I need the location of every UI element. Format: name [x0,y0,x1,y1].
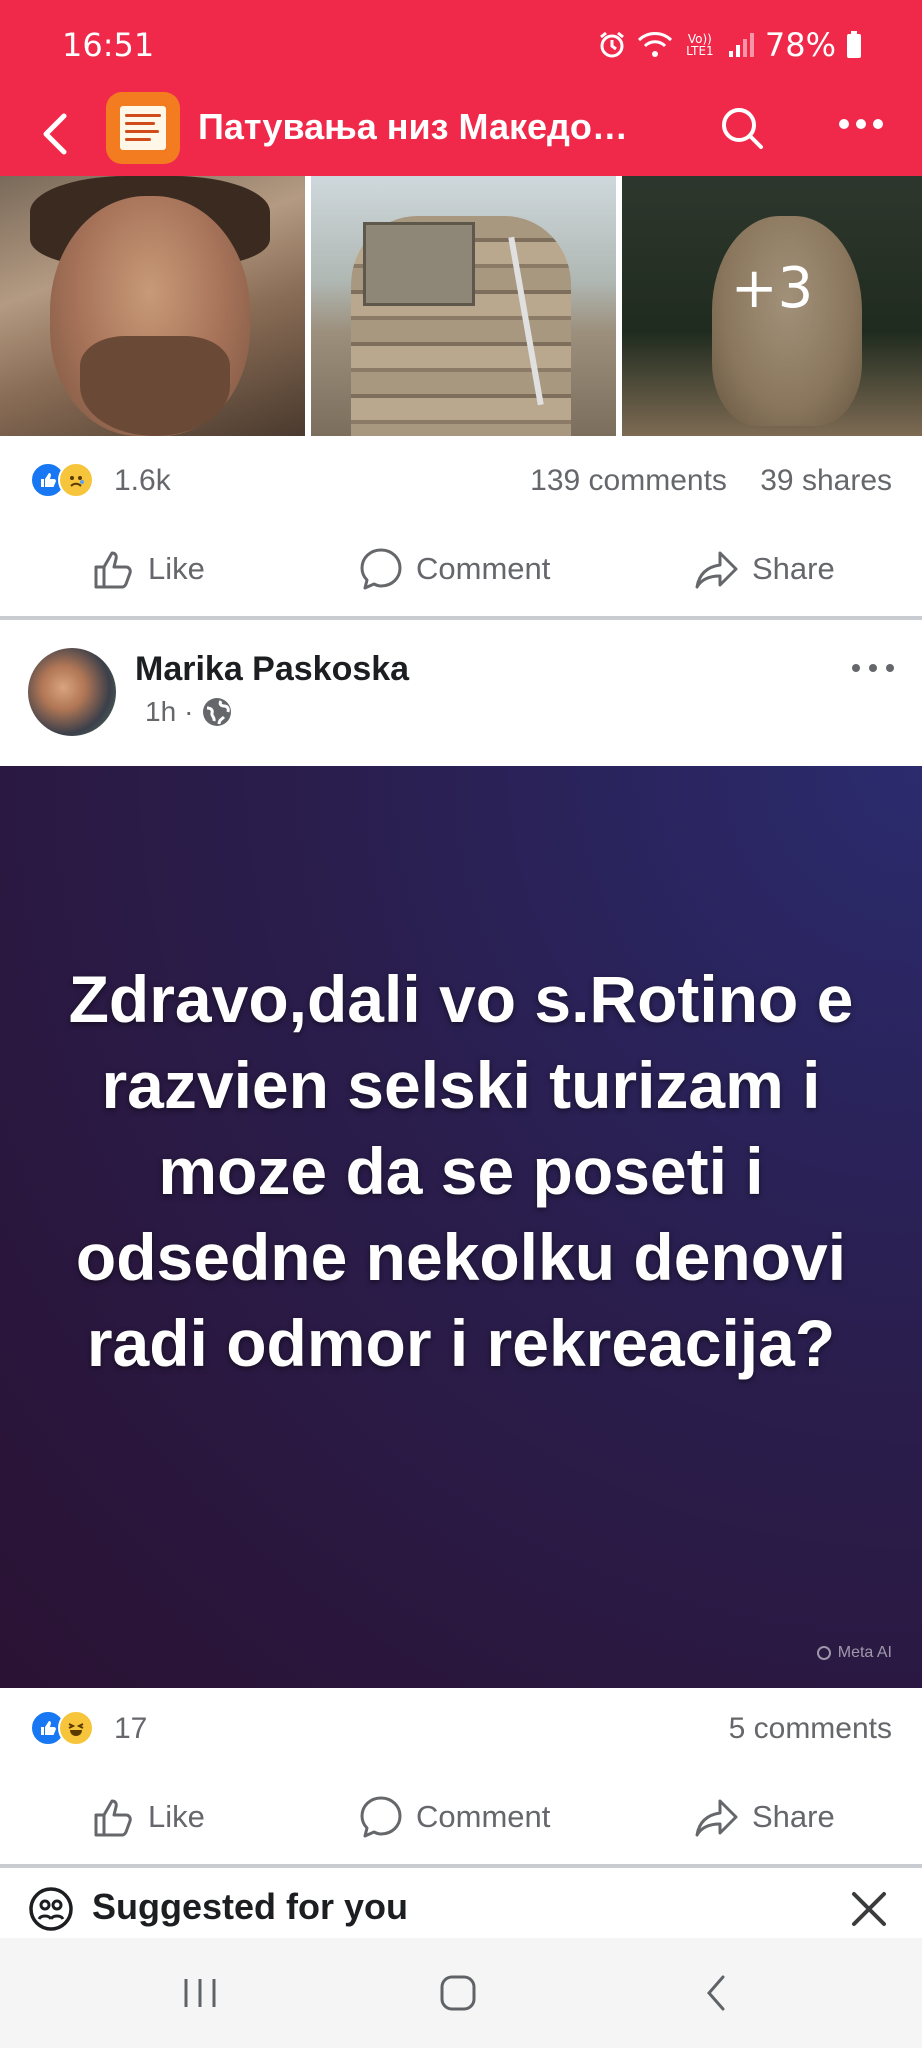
post2-header: Marika Paskoska 1h · [0,624,922,764]
status-icons: Vo)) LTE1 78% [597,26,862,64]
meta-ai-watermark: Meta AI [816,1644,892,1662]
wifi-icon [637,32,672,57]
photo-portrait[interactable] [0,176,305,436]
share-button[interactable]: Share [694,1772,835,1862]
suggested-title: Suggested for you [92,1886,409,1927]
photo-plaque [363,222,475,306]
sad-reaction-icon [58,462,94,498]
share-label: Share [752,551,835,586]
photo-beard [80,336,230,436]
comment-bubble-icon [360,1796,402,1838]
reaction-icons[interactable] [30,1710,94,1746]
share-arrow-icon [695,1799,738,1837]
author-name[interactable]: Marika Paskoska [135,650,409,689]
battery-icon [847,31,861,58]
thumbs-up-icon [94,551,132,589]
back-arrow-icon[interactable] [34,106,74,162]
more-photos-count: +3 [730,256,814,321]
recent-apps-icon [184,1979,216,2007]
avatar[interactable] [28,648,116,736]
thumbs-up-icon [94,1799,132,1837]
nav-back-icon [707,1975,725,2011]
post-divider [0,616,922,620]
group-avatar[interactable] [106,92,180,164]
avatar-line [125,138,151,141]
like-label: Like [148,1799,205,1834]
system-nav-bar [0,1938,922,2048]
share-label: Share [752,1799,835,1834]
app-topbar: 16:51 Vo)) LTE1 78% Патувања низ Македо… [0,0,922,176]
close-icon[interactable] [850,1890,888,1928]
globe-icon [203,698,232,726]
group-avatar-paper [120,106,166,150]
group-title[interactable]: Патувања низ Македо… [198,106,628,148]
home-icon [440,1975,476,2011]
recent-apps-button[interactable] [170,1968,230,2018]
more-dots-icon[interactable] [850,658,896,678]
meta-dot: · [184,696,194,727]
post1-meta: 139 comments 39 shares [530,464,892,498]
comment-label: Comment [416,551,551,586]
photo-grid: +3 [0,176,922,436]
post2-meta: 5 comments [729,1712,892,1746]
avatar-line [125,114,161,117]
share-arrow-icon [695,551,738,589]
comment-button[interactable]: Comment [358,524,550,614]
suggested-people-icon [29,1887,73,1931]
reaction-count[interactable]: 1.6k [114,464,171,498]
alarm-icon [599,31,624,58]
avatar-line [125,122,155,125]
post1-reactions-bar: 1.6k 139 comments 39 shares [0,440,922,520]
signal-icon [728,33,754,57]
share-button[interactable]: Share [694,524,835,614]
status-bar: 16:51 Vo)) LTE1 78% [0,0,922,92]
post-text-background[interactable]: Zdravo,dali vo s.Rotino e razvien selski… [0,766,922,1688]
post-body: Zdravo,dali vo s.Rotino e razvien selski… [68,962,854,1380]
comment-bubble-icon [360,548,402,590]
post1-actions: Like Comment Share [0,524,922,614]
haha-reaction-icon [58,1710,94,1746]
comments-count[interactable]: 5 comments [729,1712,892,1745]
network-label: Vo)) LTE1 [686,32,714,58]
post-divider [0,1864,922,1868]
photo-memorial[interactable] [311,176,616,436]
comment-button[interactable]: Comment [358,1772,550,1862]
comment-label: Comment [416,1799,551,1834]
like-label: Like [148,551,205,586]
comments-count[interactable]: 139 comments [530,464,727,497]
photo-bust[interactable]: +3 [622,176,922,436]
home-button[interactable] [428,1968,488,2018]
reaction-icons[interactable] [30,462,94,498]
nav-back-button[interactable] [686,1968,746,2018]
more-dots-icon[interactable] [838,114,884,134]
reaction-count[interactable]: 17 [114,1712,147,1746]
post2-actions: Like Comment Share [0,1772,922,1862]
status-time: 16:51 [62,26,155,64]
like-button[interactable]: Like [92,1772,205,1862]
shares-count[interactable]: 39 shares [760,464,892,497]
search-icon[interactable] [718,104,766,152]
like-button[interactable]: Like [92,524,205,614]
avatar-line [125,130,159,133]
post-time[interactable]: 1h [145,696,176,728]
battery-percent: 78% [764,26,836,64]
app-header: Патувања низ Македо… [0,92,922,176]
meta-ai-ring-icon [816,1646,831,1660]
watermark-text: Meta AI [837,1644,892,1661]
post-meta: 1h · [145,696,233,728]
post2-reactions-bar: 17 5 comments [0,1688,922,1768]
